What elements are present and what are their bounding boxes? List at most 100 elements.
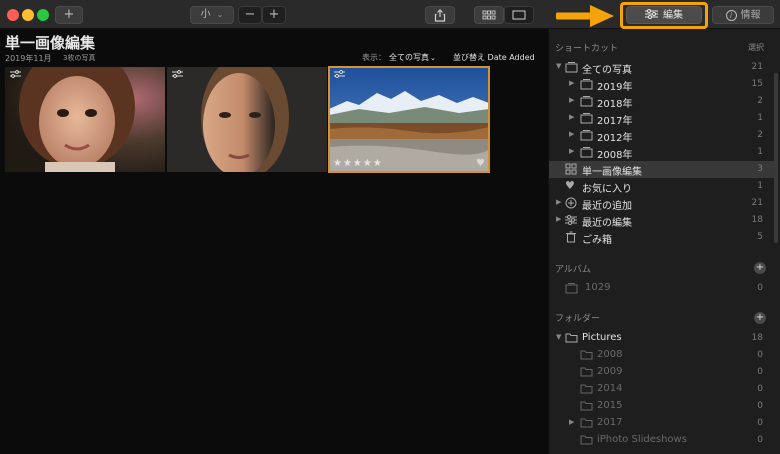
sidebar-item-folder-2008[interactable]: 2008 0 [549, 347, 775, 364]
tab-info[interactable]: i 情報 [712, 6, 774, 24]
sort-select[interactable]: 並び替え Date Added [453, 52, 535, 63]
sidebar-item-2008[interactable]: ▶ 2008年 1 [549, 144, 775, 161]
folder-icon [580, 435, 593, 445]
sidebar-item-folder-iphoto-slideshows[interactable]: iPhoto Slideshows 0 [549, 432, 775, 449]
smart-album-icon [565, 163, 577, 175]
sidebar-item-label: 2014 [597, 383, 623, 394]
albums-header: アルバム [555, 265, 591, 275]
sidebar-item-2019[interactable]: ▶ 2019年 15 [549, 76, 775, 93]
photo-thumbnail-selected[interactable]: ★★★★★ ♥ [328, 66, 490, 173]
sidebar-item-2017[interactable]: ▶ 2017年 1 [549, 110, 775, 127]
sidebar-item-folder-2014[interactable]: 2014 0 [549, 381, 775, 398]
view-filter-select[interactable]: 全ての写真⌄ [389, 52, 436, 63]
sidebar-item-trash[interactable]: ごみ箱 5 [549, 229, 775, 246]
folder-icon [565, 333, 578, 343]
photos-icon [565, 62, 578, 73]
sidebar-item-count: 0 [757, 418, 763, 428]
sidebar-item-count: 2 [757, 130, 763, 140]
mountain-landscape-image [329, 67, 489, 172]
child-portrait-image [5, 67, 165, 172]
sidebar-item-label: お気に入り [582, 184, 632, 195]
folder-icon [580, 384, 593, 394]
photo-thumbnail[interactable] [167, 67, 327, 172]
shortcuts-header: ショートカット [555, 44, 619, 54]
single-view-button[interactable] [504, 6, 534, 24]
minus-icon: − [244, 7, 256, 22]
folder-icon [580, 367, 593, 377]
photos-icon [580, 113, 593, 124]
sidebar-item-2018[interactable]: ▶ 2018年 2 [549, 93, 775, 110]
sidebar-item-count: 5 [757, 232, 763, 242]
trash-icon [566, 231, 576, 243]
photos-icon [580, 147, 593, 158]
sidebar-item-label: 2019年 [597, 82, 633, 93]
thumbnail-size-value: 小 [200, 9, 211, 20]
heart-icon[interactable]: ♥ [476, 158, 485, 169]
sidebar-item-count: 15 [751, 79, 763, 89]
star-rating[interactable]: ★★★★★ [333, 158, 383, 169]
chevron-down-icon: ▼ [556, 333, 562, 341]
folder-icon [580, 401, 593, 411]
share-button[interactable] [425, 6, 455, 24]
zoom-in-button[interactable]: + [262, 6, 286, 24]
sidebar-item-count: 21 [751, 62, 763, 72]
sidebar-item-recently-edited[interactable]: ▶ 最近の編集 18 [549, 212, 775, 229]
chevron-right-icon: ▶ [569, 113, 575, 121]
folder-icon [580, 418, 593, 428]
arrow-right-icon [556, 5, 614, 27]
sidebar-item-count: 2 [757, 96, 763, 106]
sidebar-item-label: 2012年 [597, 133, 633, 144]
tab-info-label: 情報 [740, 10, 761, 21]
sidebar: ショートカット 選択 ▼ 全ての写真 21 ▶ 2019年 15 ▶ 2018年… [548, 29, 780, 454]
sidebar-item-folder-2015[interactable]: 2015 0 [549, 398, 775, 415]
sidebar-item-all-photos[interactable]: ▼ 全ての写真 21 [549, 59, 775, 76]
sidebar-item-count: 0 [757, 435, 763, 445]
thumbnail-size-select[interactable]: 小 ⌄ [190, 6, 234, 24]
chevron-down-icon: ⌄ [216, 10, 224, 19]
view-filter-value: 全ての写真 [389, 53, 429, 62]
share-icon [434, 9, 446, 22]
adjusted-icon [334, 70, 345, 78]
zoom-out-button[interactable]: − [238, 6, 262, 24]
sidebar-item-count: 18 [751, 333, 763, 343]
folder-icon [580, 350, 593, 360]
plus-icon: + [63, 7, 75, 22]
chevron-right-icon: ▶ [569, 96, 575, 104]
close-window-button[interactable] [7, 9, 19, 21]
sidebar-item-count: 0 [757, 283, 763, 293]
chevron-right-icon: ▶ [569, 130, 575, 138]
chevron-right-icon: ▶ [556, 198, 562, 206]
sidebar-item-count: 1 [757, 113, 763, 123]
edit-tab-highlight [620, 2, 708, 29]
sidebar-item-folder-pictures[interactable]: ▼ Pictures 18 [549, 330, 775, 347]
album-icon [565, 283, 578, 294]
add-circle-icon [565, 197, 577, 209]
chevron-right-icon: ▶ [569, 79, 575, 87]
sidebar-item-single-image-edit[interactable]: 単一画像編集 3 [549, 161, 775, 178]
sidebar-item-favorites[interactable]: ♥ お気に入り 1 [549, 178, 775, 195]
zoom-window-button[interactable] [37, 9, 49, 21]
sidebar-item-2012[interactable]: ▶ 2012年 2 [549, 127, 775, 144]
sidebar-item-count: 18 [751, 215, 763, 225]
plus-icon: + [268, 7, 280, 22]
sidebar-item-recently-added[interactable]: ▶ 最近の追加 21 [549, 195, 775, 212]
minimize-window-button[interactable] [22, 9, 34, 21]
sidebar-item-album-1029[interactable]: 1029 0 [549, 280, 775, 297]
photo-thumbnail[interactable] [5, 67, 165, 172]
adjustments-icon [565, 215, 577, 225]
sidebar-item-folder-2009[interactable]: 2009 0 [549, 364, 775, 381]
add-folder-button[interactable]: + [754, 312, 766, 324]
sidebar-item-label: 最近の追加 [582, 201, 632, 212]
chevron-down-icon: ▼ [556, 62, 562, 70]
sidebar-item-label: 2018年 [597, 99, 633, 110]
sidebar-item-label: 2008年 [597, 150, 633, 161]
add-album-button[interactable]: + [754, 262, 766, 274]
sidebar-item-count: 0 [757, 384, 763, 394]
sidebar-item-label: 2009 [597, 366, 623, 377]
select-button[interactable]: 選択 [748, 42, 764, 53]
info-icon: i [725, 10, 737, 21]
grid-view-button[interactable] [474, 6, 504, 24]
sidebar-item-folder-2017[interactable]: ▶ 2017 0 [549, 415, 775, 432]
page-title: 単一画像編集 [5, 34, 96, 52]
add-button[interactable]: + [55, 6, 83, 24]
